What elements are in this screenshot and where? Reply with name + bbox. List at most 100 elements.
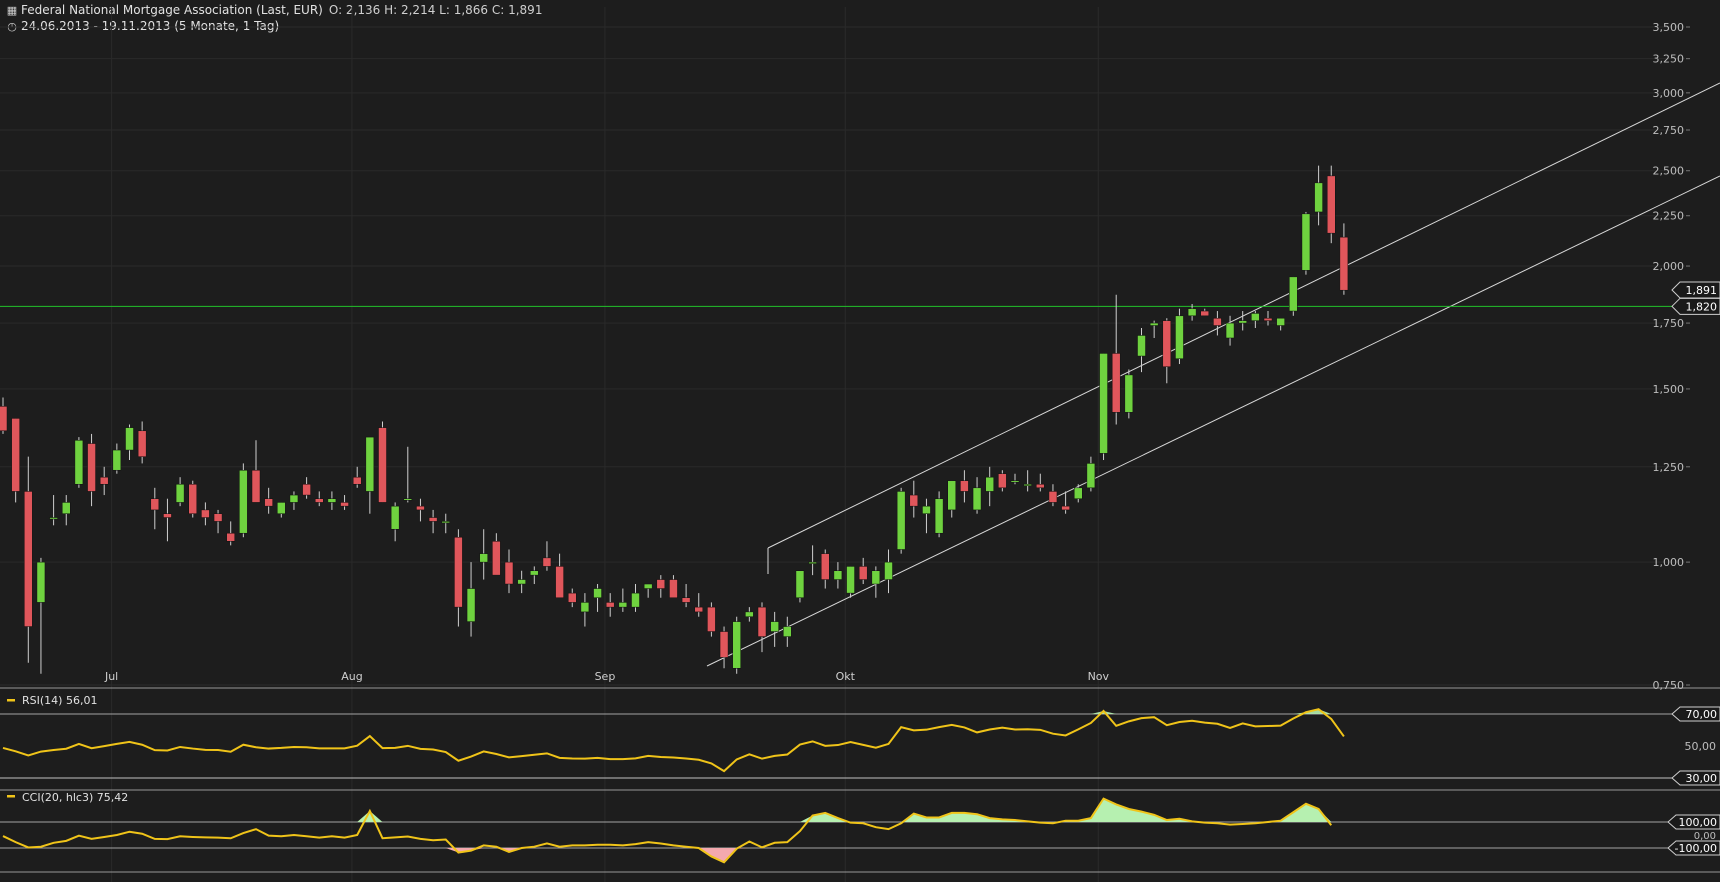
candle <box>896 487 906 554</box>
cci-band-label: 100,00 <box>1679 816 1718 829</box>
price-tick-label: 3,500 <box>1653 21 1685 34</box>
candle <box>1099 353 1108 461</box>
candle <box>251 440 261 503</box>
candle <box>479 529 488 580</box>
price-tick-label: 2,750 <box>1653 124 1685 137</box>
price-marker-label: 1,891 <box>1686 284 1718 297</box>
candle-body <box>137 430 147 457</box>
candle <box>327 491 337 510</box>
candle-body <box>454 536 463 608</box>
candle <box>593 584 602 612</box>
candle-body <box>783 626 792 637</box>
candle <box>568 588 577 608</box>
candles <box>0 165 1349 674</box>
candle <box>833 562 843 589</box>
candle-body <box>821 553 830 580</box>
candle-body <box>922 505 931 514</box>
candle-body <box>112 449 122 471</box>
rsi-header: RSI(14) 56,01 <box>7 694 97 707</box>
candle-body <box>1289 276 1298 312</box>
candle-body <box>542 557 552 567</box>
candle <box>770 611 779 647</box>
candle <box>681 584 691 608</box>
candle <box>618 588 628 612</box>
candle <box>378 421 387 503</box>
price-tick-label: 1,000 <box>1653 556 1685 569</box>
candle <box>757 602 767 653</box>
candle-body <box>24 491 33 627</box>
candle <box>504 549 514 594</box>
candle-body <box>492 541 501 576</box>
chart-canvas[interactable]: 0,750 1,000 1,250 1,500 1,750 2,000 2,250 2,500… <box>0 0 1720 882</box>
candle-body <box>770 621 779 632</box>
candle-body <box>504 561 514 585</box>
candle <box>11 418 20 503</box>
candle-body <box>1086 463 1096 489</box>
candle <box>188 480 197 518</box>
candle-body <box>1074 487 1083 499</box>
candle-body <box>1010 480 1020 483</box>
candle <box>1048 484 1058 507</box>
candle <box>492 533 501 576</box>
candle <box>213 509 223 534</box>
candle <box>49 495 58 526</box>
candle <box>302 477 311 499</box>
candle-body <box>125 427 134 451</box>
candle-body <box>1187 308 1197 317</box>
candle <box>1149 320 1159 338</box>
candle-body <box>795 570 805 598</box>
candle-body <box>251 469 261 503</box>
candle <box>530 566 539 585</box>
candle-body <box>1339 236 1349 291</box>
cci-tick-label: 0,00 <box>1694 831 1716 842</box>
time-tick-label: Aug <box>341 670 362 683</box>
candle-body <box>479 553 488 563</box>
candle <box>466 562 476 637</box>
candle-body <box>568 592 577 603</box>
candle <box>428 509 438 534</box>
candle <box>871 566 881 598</box>
candle <box>99 466 109 496</box>
candle <box>239 463 248 538</box>
candle-body <box>871 570 881 585</box>
candle <box>922 498 931 534</box>
candle <box>846 566 855 598</box>
candle <box>1276 317 1285 331</box>
candle-body <box>719 631 729 658</box>
candle-body <box>858 566 868 580</box>
candle-body <box>972 487 982 511</box>
candle-body <box>934 498 944 534</box>
candle-body <box>960 480 969 492</box>
candle-body <box>441 521 450 524</box>
price-grid <box>0 26 1685 686</box>
candle-body <box>732 621 741 669</box>
price-tick-label: 2,000 <box>1653 260 1685 273</box>
candle-body <box>277 502 286 514</box>
candle-body <box>618 602 628 608</box>
candle <box>454 529 463 627</box>
candle <box>416 498 425 522</box>
candle-body <box>1200 310 1209 317</box>
rsi-band-label: 30,00 <box>1686 772 1718 785</box>
price-tick-label: 1,250 <box>1653 461 1685 474</box>
candle-body <box>947 480 956 511</box>
candle <box>74 437 84 488</box>
candle-body <box>365 436 375 492</box>
candle <box>656 575 666 598</box>
rsi-title: RSI(14) 56,01 <box>22 694 97 707</box>
channel-lower-line <box>706 175 1720 667</box>
candle-body <box>985 476 994 492</box>
candle <box>365 436 375 514</box>
candle-body <box>378 427 387 503</box>
cci-band-marker: 100,00 <box>1667 814 1720 830</box>
candle <box>669 575 678 598</box>
candle <box>1010 473 1020 485</box>
candle <box>605 593 615 617</box>
candle-body <box>302 483 311 496</box>
candle-body <box>1175 315 1184 359</box>
candle-body <box>466 588 476 622</box>
candle-body <box>846 566 855 594</box>
candle-body <box>416 505 425 511</box>
candle-body <box>1314 182 1323 213</box>
candle <box>934 491 944 538</box>
